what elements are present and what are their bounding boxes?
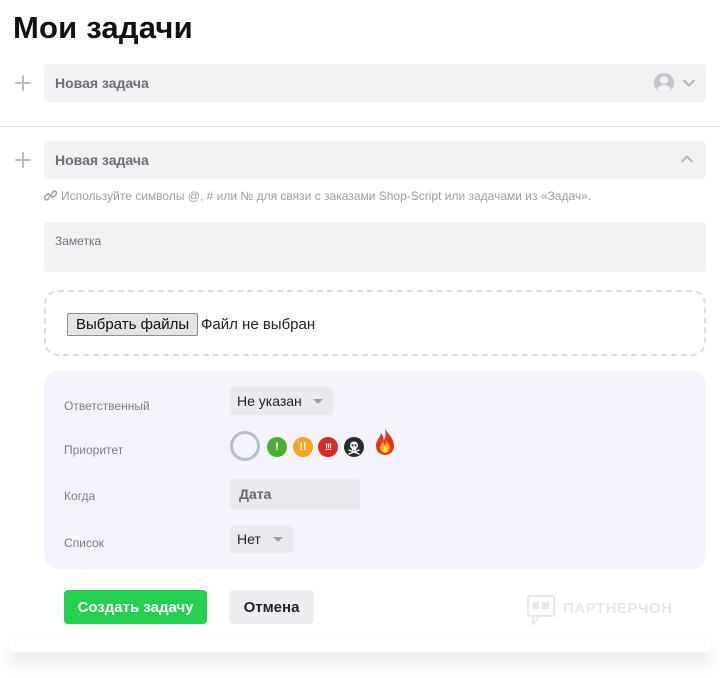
list-label: Список [64,536,104,550]
priority-none-option[interactable] [230,431,260,461]
page-title: Мои задачи [13,10,193,45]
note-textarea[interactable]: Заметка [44,222,706,272]
new-task-title-input[interactable]: Новая задача [55,141,149,179]
priority-skull-icon[interactable] [344,437,364,457]
assignee-avatar-icon[interactable] [654,73,674,93]
priority-3-option[interactable]: !!! [318,437,338,457]
note-placeholder: Заметка [55,234,102,248]
link-icon [43,189,58,202]
create-task-button[interactable]: Создать задачу [64,590,207,624]
date-input[interactable]: Дата [230,479,360,509]
new-task-input[interactable]: Новая задача [55,64,149,102]
chevron-down-icon[interactable] [682,76,696,90]
cancel-button[interactable]: Отмена [229,590,314,624]
add-task-plus-icon[interactable] [15,75,31,91]
when-label: Когда [64,489,96,503]
link-hint: Используйте символы @, # или № для связи… [43,189,592,203]
dropdown-caret-icon [313,399,323,404]
file-drop-zone[interactable]: Выбрать файлы Файл не выбран [44,290,706,356]
priority-label: Приоритет [64,443,124,457]
priority-1-option[interactable]: ! [267,437,287,457]
assignee-label: Ответственный [64,399,150,413]
assignee-value: Не указан [237,393,302,409]
task-options-panel: Ответственный Не указан Приоритет ! !! !… [44,371,706,569]
priority-fire-icon[interactable] [373,427,397,457]
link-hint-text: Используйте символы @, # или № для связи… [61,189,592,203]
priority-2-option[interactable]: !! [293,437,313,457]
list-value: Нет [237,531,261,547]
choose-files-button[interactable]: Выбрать файлы [67,313,199,336]
section-divider [0,126,720,127]
chevron-up-icon[interactable] [680,152,694,166]
assignee-select[interactable]: Не указан [230,387,333,415]
add-task-plus-icon[interactable] [15,152,31,168]
card-bottom-edge [10,640,710,652]
list-select[interactable]: Нет [230,525,293,553]
new-task-collapsed[interactable]: Новая задача [44,64,706,102]
file-status: Файл не выбран [201,316,316,333]
partner-logo: ПАРТНЕРЧОН [527,594,672,626]
partner-logo-text: ПАРТНЕРЧОН [563,600,673,617]
dropdown-caret-icon [273,537,283,542]
new-task-expanded[interactable]: Новая задача [44,141,706,179]
partner-logo-icon [527,595,555,625]
